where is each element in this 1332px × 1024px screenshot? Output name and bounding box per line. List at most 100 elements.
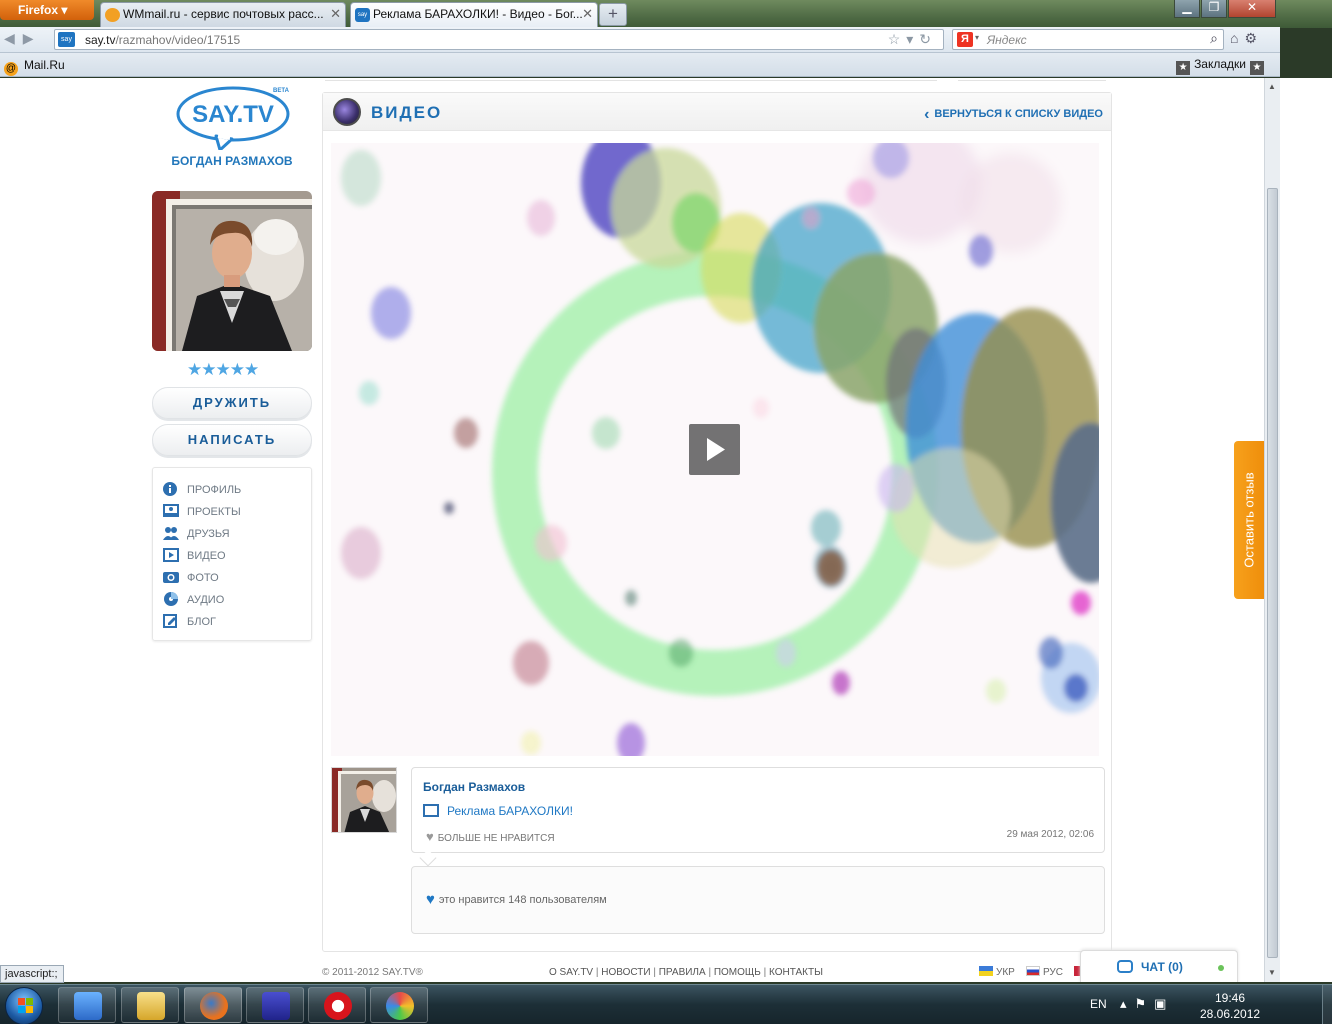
play-button[interactable] — [689, 424, 740, 475]
page-scrollbar[interactable]: ▲ ▼ — [1264, 78, 1280, 982]
online-status-icon — [1218, 965, 1224, 971]
chat-widget[interactable]: Чат (0) — [1080, 950, 1238, 982]
url-text: say.tv/razmahov/video/17515 — [85, 33, 241, 47]
media-player-icon — [74, 992, 102, 1020]
desktop-margin — [1280, 78, 1332, 982]
rating-stars: ★★★★★ — [187, 360, 259, 379]
menu-item-video[interactable]: Видео — [163, 548, 226, 566]
taskbar-clock[interactable]: 19:46 28.06.2012 — [1200, 990, 1260, 1022]
unlike-button[interactable]: ♥ Больше не нравится — [426, 829, 555, 844]
maximize-button[interactable]: ❐ — [1201, 0, 1227, 18]
clock-date: 28.06.2012 — [1200, 1007, 1261, 1021]
play-icon — [707, 438, 725, 461]
windows-logo-icon — [18, 998, 33, 1013]
url-bar[interactable]: say say.tv/razmahov/video/17515 ☆▾↻ — [54, 29, 944, 50]
camera-icon — [163, 570, 179, 584]
menu-item-projects[interactable]: Проекты — [163, 504, 241, 522]
taskbar-opera[interactable] — [308, 987, 366, 1023]
footer-links: О SAY.TV | Новости | Правила | Помощь | … — [549, 967, 823, 978]
show-desktop-button[interactable] — [1322, 985, 1332, 1024]
menu-item-profile[interactable]: Профиль — [163, 482, 241, 500]
video-player[interactable] — [331, 143, 1099, 756]
taskbar-firefox[interactable] — [184, 987, 242, 1023]
taskbar-explorer[interactable] — [121, 987, 179, 1023]
browser-titlebar: Firefox ▾ WMmail.ru - сервис почтовых ра… — [0, 0, 1332, 28]
beta-badge: BETA — [273, 88, 290, 94]
tab-title: Реклама БАРАХОЛКИ! - Видео - Бог... — [373, 7, 583, 21]
lang-rus[interactable]: РУС — [1025, 966, 1063, 978]
input-language[interactable]: EN — [1090, 997, 1107, 1011]
profile-avatar[interactable] — [152, 191, 312, 351]
blog-icon — [163, 614, 179, 628]
search-bar[interactable]: Я ▾ Яндекс ⌕ — [952, 29, 1224, 50]
heart-icon: ♥ — [426, 829, 434, 844]
new-tab-button[interactable]: + — [599, 3, 627, 26]
back-to-video-list-link[interactable]: ‹ Вернуться к списку видео — [924, 106, 1103, 124]
saytv-favicon-icon: say — [355, 8, 370, 22]
write-message-button[interactable]: Написать — [152, 424, 312, 456]
post-card: Богдан Размахов Реклама БАРАХОЛКИ! ♥ Боль… — [411, 767, 1105, 853]
menu-item-friends[interactable]: Друзья — [163, 526, 230, 544]
start-button[interactable] — [5, 987, 43, 1024]
back-forward-icon[interactable]: ◀▶ — [4, 30, 42, 47]
tab-wmmail[interactable]: WMmail.ru - сервис почтовых расс... ✕ — [100, 2, 346, 27]
scroll-up-icon[interactable]: ▲ — [1268, 82, 1276, 91]
audio-icon — [163, 592, 179, 606]
profile-menu: Профиль Проекты Друзья Видео Фото Аудио … — [152, 467, 312, 641]
footer-link-help[interactable]: Помощь — [714, 967, 761, 978]
bookmark-star-icon[interactable]: ☆▾↻ — [888, 31, 937, 48]
footer-link-about[interactable]: О SAY.TV — [549, 967, 593, 978]
feedback-tab[interactable]: Оставить отзыв — [1234, 441, 1264, 599]
video-icon — [163, 548, 179, 562]
divider — [958, 78, 1106, 81]
paint-palette-icon — [386, 992, 414, 1020]
bookmarks-toolbar: @ Mail.Ru ★ Закладки ★ — [0, 53, 1280, 77]
minimize-button[interactable]: ▁ — [1174, 0, 1200, 18]
close-tab-icon[interactable]: ✕ — [330, 6, 341, 22]
taskbar-app[interactable] — [246, 987, 304, 1023]
footer-link-contacts[interactable]: Контакты — [769, 967, 823, 978]
footer-link-news[interactable]: Новости — [601, 967, 650, 978]
scrollbar-thumb[interactable] — [1267, 188, 1278, 958]
tab-saytv-video[interactable]: say Реклама БАРАХОЛКИ! - Видео - Бог... … — [350, 2, 598, 27]
video-lens-icon — [333, 98, 361, 126]
post-author-link[interactable]: Богдан Размахов — [423, 780, 525, 794]
chevron-down-icon[interactable]: ▾ — [975, 33, 979, 42]
clock-time: 19:46 — [1214, 991, 1246, 1005]
folder-icon — [137, 992, 165, 1020]
chevron-left-icon: ‹ — [924, 106, 930, 123]
taskbar-paint[interactable] — [370, 987, 428, 1023]
menu-item-blog[interactable]: Блог — [163, 614, 216, 632]
menu-item-audio[interactable]: Аудио — [163, 592, 224, 610]
panel-header: Видео ‹ Вернуться к списку видео — [323, 93, 1111, 131]
footer-link-rules[interactable]: Правила — [659, 967, 706, 978]
windows-taskbar: EN ▴⚑▣ 19:46 28.06.2012 — [0, 984, 1332, 1024]
close-window-button[interactable]: ✕ — [1228, 0, 1276, 18]
yandex-icon[interactable]: Я — [957, 32, 973, 47]
projects-icon — [163, 504, 179, 518]
profile-name[interactable]: Богдан Размахов — [152, 154, 312, 169]
floppy-disk-icon — [262, 992, 290, 1020]
bookmarks-menu[interactable]: ★ Закладки ★ — [1172, 57, 1268, 75]
likes-count[interactable]: ♥ это нравится 148 пользователям — [426, 891, 607, 908]
lang-ukr[interactable]: УКР — [979, 966, 1015, 978]
home-icon[interactable]: ⌂⚙ — [1230, 30, 1263, 47]
add-friend-button[interactable]: Дружить — [152, 387, 312, 419]
taskbar-media-player[interactable] — [58, 987, 116, 1023]
chat-bubble-icon — [1117, 960, 1133, 973]
close-tab-icon[interactable]: ✕ — [582, 6, 593, 22]
opera-icon — [324, 992, 352, 1020]
post-video-link[interactable]: Реклама БАРАХОЛКИ! — [423, 804, 573, 818]
search-icon[interactable]: ⌕ — [1210, 30, 1218, 47]
menu-item-photo[interactable]: Фото — [163, 570, 219, 588]
saytv-logo[interactable]: SAY.TV BETA — [176, 84, 292, 152]
firefox-menu-button[interactable]: Firefox ▾ — [0, 0, 94, 20]
tray-flag-icon[interactable]: ▴⚑▣ — [1120, 996, 1174, 1012]
site-identity-icon[interactable]: say — [58, 32, 75, 47]
divider — [325, 78, 937, 81]
screen: Firefox ▾ WMmail.ru - сервис почтовых ра… — [0, 0, 1332, 1024]
bookmark-mailru[interactable]: @ Mail.Ru — [4, 58, 65, 76]
bookmarks-icon: ★ — [1250, 61, 1264, 75]
scroll-down-icon[interactable]: ▼ — [1268, 968, 1276, 977]
post-author-avatar[interactable] — [331, 767, 397, 833]
